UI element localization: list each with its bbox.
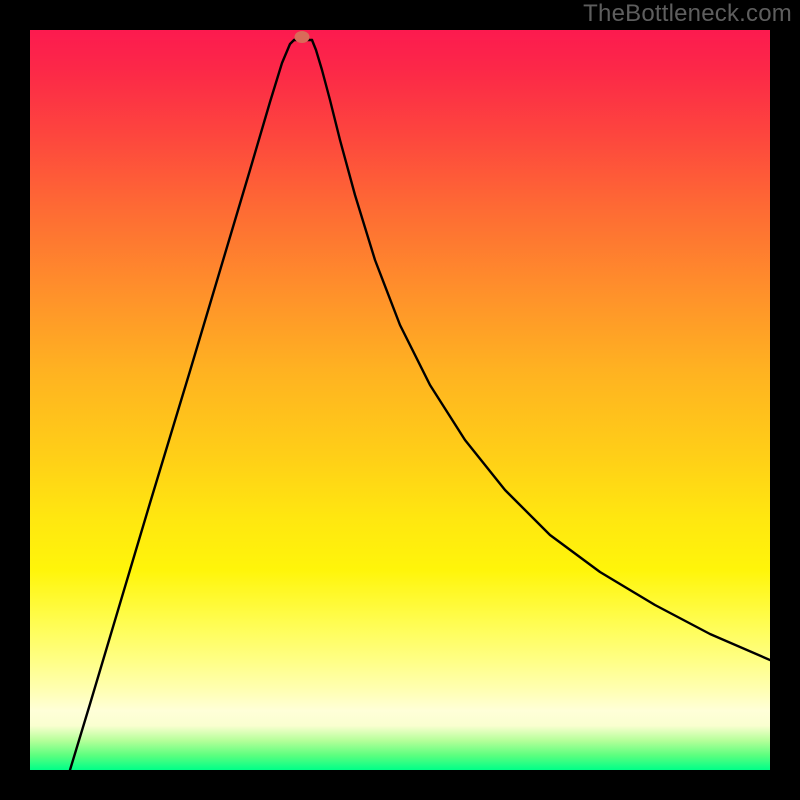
chart-svg xyxy=(30,30,770,770)
watermark-label: TheBottleneck.com xyxy=(583,0,792,28)
chart-frame: TheBottleneck.com xyxy=(0,0,800,800)
curve-right xyxy=(312,40,770,660)
curve-left xyxy=(70,40,294,770)
chart-plot-area xyxy=(30,30,770,770)
minimum-marker-icon xyxy=(295,31,310,43)
